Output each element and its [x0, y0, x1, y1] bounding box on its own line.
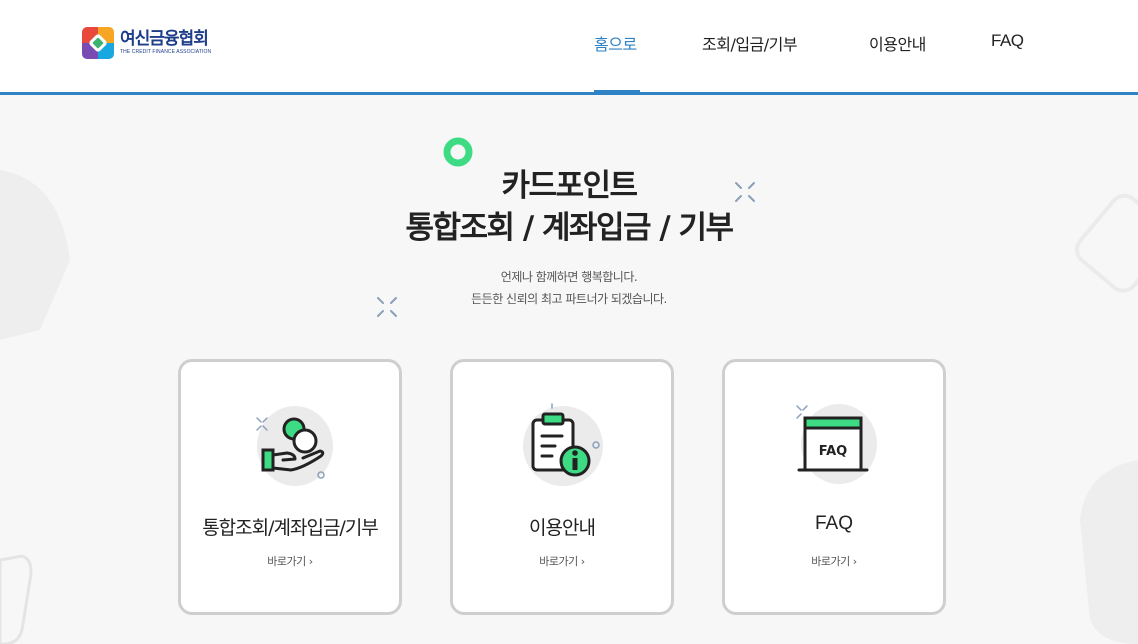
go-link[interactable]: 바로가기 ›: [453, 553, 671, 569]
clipboard-info-icon: [523, 403, 603, 486]
logo-mark-icon: [82, 27, 114, 59]
hero-description-line1: 언제나 함께하면 행복합니다.: [500, 270, 638, 284]
hero-title-line2: 통합조회 / 계좌입금 / 기부: [405, 210, 734, 246]
card-faq[interactable]: FAQ FAQ 바로가기 ›: [722, 359, 946, 615]
go-link[interactable]: 바로가기 ›: [181, 553, 399, 569]
card-inquiry[interactable]: 통합조회/계좌입금/기부 바로가기 ›: [178, 359, 402, 615]
card-title: 이용안내: [529, 517, 596, 539]
logo-subtitle: THE CREDIT FINANCE ASSOCIATION: [120, 49, 212, 55]
go-link[interactable]: 바로가기 ›: [725, 553, 943, 569]
chevron-right-icon: ›: [580, 555, 585, 568]
go-link-label: 바로가기: [267, 555, 306, 568]
faq-icon-text: FAQ: [819, 444, 848, 459]
nav-item-home[interactable]: 홈으로: [594, 31, 640, 92]
hero-description-line2: 든든한 신뢰의 최고 파트너가 되겠습니다.: [471, 292, 667, 306]
nav-item-faq[interactable]: FAQ: [991, 31, 1024, 92]
logo-text: 여신금융협회 THE CREDIT FINANCE ASSOCIATION: [120, 30, 211, 56]
hero-title-line1: 카드포인트: [501, 168, 638, 204]
card-title: FAQ: [814, 513, 853, 534]
card-title: 통합조회/계좌입금/기부: [202, 517, 379, 539]
card-guide[interactable]: 이용안내 바로가기 ›: [450, 359, 674, 615]
chevron-right-icon: ›: [308, 555, 313, 568]
go-link-label: 바로가기: [811, 555, 850, 568]
site-header: 여신금융협회 THE CREDIT FINANCE ASSOCIATION 홈으…: [0, 0, 1138, 95]
site-logo[interactable]: 여신금융협회 THE CREDIT FINANCE ASSOCIATION: [82, 27, 211, 59]
hand-coins-icon: [256, 406, 333, 486]
nav-item-inquiry[interactable]: 조회/입금/기부: [702, 31, 798, 92]
logo-name: 여신금융협회: [120, 29, 209, 49]
green-ring-icon: [443, 137, 473, 167]
nav-item-guide[interactable]: 이용안내: [869, 31, 926, 92]
faq-window-icon: FAQ: [796, 404, 877, 484]
go-link-label: 바로가기: [539, 555, 578, 568]
chevron-right-icon: ›: [852, 555, 857, 568]
